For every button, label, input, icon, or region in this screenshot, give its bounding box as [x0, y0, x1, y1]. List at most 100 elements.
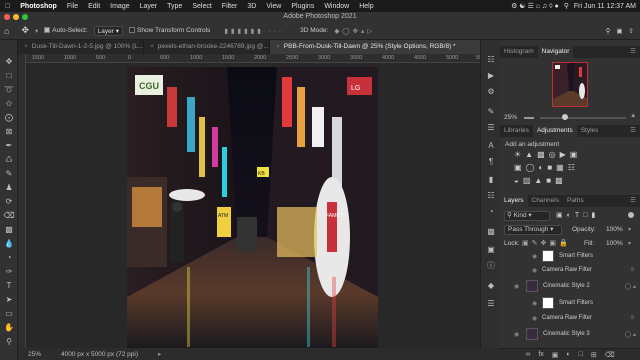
layer-row-smart-filters[interactable]: ◉ Smart Filters [500, 295, 640, 311]
adjustment-layer-icon[interactable]: ◐ [566, 351, 570, 358]
new-layer-icon[interactable]: ⊞ [591, 351, 597, 359]
layer-row-cinematic-style-2[interactable]: ◉ Cinematic Style 2 ◯ ▴ [500, 278, 640, 294]
menu-layer[interactable]: Layer [135, 3, 163, 10]
mask-icon[interactable]: ▣ [552, 351, 559, 359]
share-icon[interactable]: ⇧ [629, 27, 640, 35]
menu-filter[interactable]: Filter [217, 3, 243, 10]
marquee-tool-icon[interactable]: □ [3, 70, 15, 82]
eraser-tool-icon[interactable]: ⌫ [3, 210, 15, 222]
3d-panel-icon[interactable]: ◆ [485, 280, 497, 292]
document-info[interactable]: 4000 px x 5000 px (72 ppi) [61, 351, 138, 358]
status-icons[interactable]: ⚙ ☯ ☰ ⌂ ♫ ◊ ● [511, 2, 559, 10]
brush-settings-icon[interactable]: ☰ [485, 122, 497, 134]
chevron-down-icon[interactable]: ▾ [35, 27, 38, 35]
tab-libraries[interactable]: Libraries [500, 125, 533, 137]
type-tool-icon[interactable]: T [3, 280, 15, 292]
zoom-tool-icon[interactable]: ⚲ [3, 336, 15, 348]
character-panel-icon[interactable]: A [485, 140, 497, 152]
fill-value[interactable]: 100% [606, 240, 623, 247]
menu-file[interactable]: File [62, 3, 83, 10]
tab-document-3[interactable]: × PBB-From-Dusk-Till-Dawn @ 25% (Style Op… [270, 40, 500, 54]
shape-tool-icon[interactable]: ▭ [3, 308, 15, 320]
color-panel-icon[interactable]: ◔ [485, 206, 497, 218]
chevron-right-icon[interactable]: ▸ [158, 350, 161, 358]
gradients-panel-icon[interactable]: ▩ [485, 226, 497, 238]
gradient-tool-icon[interactable]: ▩ [3, 224, 15, 236]
menu-help[interactable]: Help [354, 3, 378, 10]
zoom-slider[interactable] [540, 117, 626, 119]
close-icon[interactable]: × [276, 43, 280, 50]
blur-tool-icon[interactable]: 💧 [3, 238, 15, 250]
tab-paths[interactable]: Paths [563, 195, 588, 207]
actions-panel-icon[interactable]: ▶ [485, 70, 497, 82]
align-icons[interactable]: ▮▮▮▮▮▮ ··· [224, 27, 284, 35]
layer-row-camera-raw-filter[interactable]: ◉ Camera Raw Filter ≡ [500, 262, 640, 278]
fx-button[interactable]: fx [538, 351, 543, 358]
layer-row-camera-raw-filter[interactable]: ◉ Camera Raw Filter ≡ [500, 310, 640, 326]
dodge-tool-icon[interactable]: ◔ [3, 252, 15, 264]
link-layers-icon[interactable]: ∞ [525, 351, 530, 358]
3d-mode-icons[interactable]: ◆◯✥▴▷ [334, 27, 375, 35]
menu-type[interactable]: Type [162, 3, 187, 10]
path-select-tool-icon[interactable]: ➤ [3, 294, 15, 306]
adjustment-icons-row-3[interactable]: ◒▨▲■▩ [514, 176, 567, 185]
healing-brush-tool-icon[interactable]: ♺ [3, 154, 15, 166]
blend-mode-dropdown[interactable]: Pass Through ▾ [504, 225, 562, 235]
tab-document-2[interactable]: × pexels-ethan-brooke-2246789.jpg @... [144, 40, 270, 54]
tab-navigator[interactable]: Navigator [537, 46, 574, 58]
auto-select-dropdown[interactable]: Layer ▾ [93, 25, 124, 36]
eye-icon[interactable]: ◉ [514, 283, 524, 290]
trash-icon[interactable]: ⌫ [605, 351, 615, 359]
timeline-panel-icon[interactable]: ☰ [485, 298, 497, 310]
brush-tool-icon[interactable]: ✎ [3, 168, 15, 180]
adjustment-icons-row-1[interactable]: ☀▲▩◎▶▣ [514, 150, 581, 159]
transform-controls-checkbox[interactable]: Show Transform Controls [129, 27, 210, 34]
minimize-window-button[interactable] [13, 14, 19, 20]
layer-row-cinematic-style-3[interactable]: ◉ Cinematic Style 3 ◯ ▴ [500, 326, 640, 342]
layer-filter-icons[interactable]: ▣◐T□▮ [556, 211, 599, 219]
history-panel-icon[interactable]: ☷ [485, 54, 497, 66]
navigator-preview[interactable] [552, 62, 588, 107]
panel-menu-icon[interactable]: ☰ [630, 195, 640, 207]
panel-menu-icon[interactable]: ☰ [630, 125, 640, 137]
chevron-down-icon[interactable]: ▾ [628, 226, 631, 233]
workspace-icon[interactable]: ▣ [616, 27, 622, 35]
menu-select[interactable]: Select [187, 3, 216, 10]
quick-select-tool-icon[interactable]: ✩ [3, 98, 15, 110]
zoom-window-button[interactable] [22, 14, 28, 20]
zoom-level[interactable]: 25% [28, 351, 41, 358]
paragraph-panel-icon[interactable]: ¶ [485, 156, 497, 168]
menu-view[interactable]: View [261, 3, 286, 10]
document-image[interactable]: CGU LG FAMILY KB ATM [127, 67, 378, 348]
menu-window[interactable]: Window [319, 3, 354, 10]
properties-panel-icon[interactable]: ⚙ [485, 86, 497, 98]
eye-icon[interactable]: ◉ [514, 331, 524, 338]
brush-panel-icon[interactable]: ✎ [485, 106, 497, 118]
menu-image[interactable]: Image [105, 3, 134, 10]
tab-adjustments[interactable]: Adjustments [532, 125, 577, 137]
tab-layers[interactable]: Layers [500, 195, 528, 207]
eyedropper-tool-icon[interactable]: ✒ [3, 140, 15, 152]
filter-options-icon[interactable]: ≡ [630, 267, 634, 273]
panel-menu-icon[interactable]: ☰ [630, 46, 640, 58]
adjustment-icons-row-2[interactable]: ▣◯◐■▦☷ [514, 163, 579, 172]
crop-tool-icon[interactable]: ⨀ [3, 112, 15, 124]
group-icon[interactable]: □ [579, 351, 583, 358]
hand-tool-icon[interactable]: ✋ [3, 322, 15, 334]
app-menu[interactable]: Photoshop [15, 3, 62, 10]
frame-tool-icon[interactable]: ⊠ [3, 126, 15, 138]
menu-3d[interactable]: 3D [242, 3, 261, 10]
patterns-panel-icon[interactable]: ▣ [485, 244, 497, 256]
lock-icons[interactable]: ▣✎✥▣🔒 [522, 239, 571, 247]
history-brush-tool-icon[interactable]: ⟳ [3, 196, 15, 208]
eye-icon[interactable]: ◉ [532, 300, 542, 307]
close-window-button[interactable] [4, 14, 10, 20]
close-icon[interactable]: × [24, 43, 28, 50]
navigator-zoom[interactable]: 25% [504, 114, 517, 121]
move-tool-icon[interactable]: ✥ [21, 25, 29, 36]
move-tool-icon[interactable]: ✥ [3, 56, 15, 68]
menu-edit[interactable]: Edit [83, 3, 105, 10]
search-icon[interactable]: ⚲ [564, 2, 569, 10]
tab-channels[interactable]: Channels [528, 195, 563, 207]
eye-icon[interactable]: ◉ [532, 253, 542, 260]
